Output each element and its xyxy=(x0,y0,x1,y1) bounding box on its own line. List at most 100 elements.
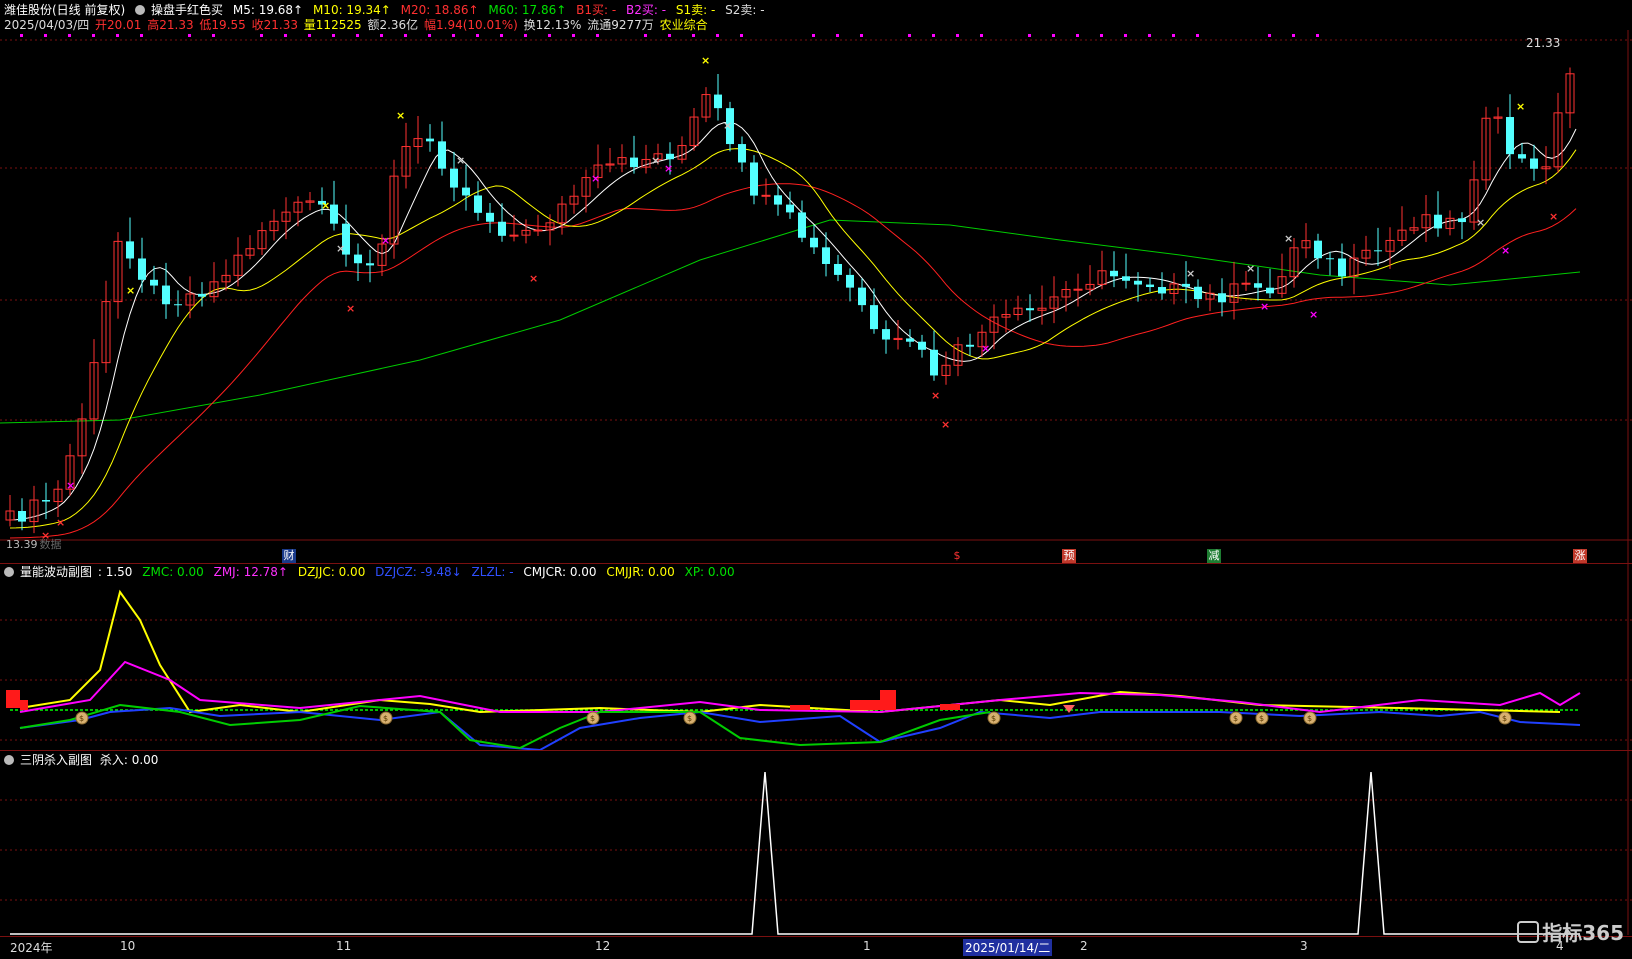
candle-body xyxy=(533,229,543,232)
candle-body xyxy=(450,168,458,188)
top-dot-marker xyxy=(908,34,911,37)
top-dot-marker xyxy=(860,34,863,37)
panel-toggle-icon[interactable] xyxy=(4,567,14,577)
candle-body xyxy=(42,500,50,502)
candle-body xyxy=(1026,308,1034,311)
signal-marker: × xyxy=(56,516,65,529)
signal-marker: × xyxy=(346,302,355,315)
volume-wave-header: 量能波动副图 : 1.50 ZMC: 0.00 ZMJ: 12.78↑ DZJJ… xyxy=(4,564,741,580)
panel-divider-2[interactable] xyxy=(0,750,1632,751)
signal-marker: × xyxy=(941,418,950,431)
money-bag-icon-glyph: $ xyxy=(687,714,692,723)
price-chart[interactable]: ××××××××××××××× ××× ×××××××××× $ $ $ $ $ $ $ $ $ xyxy=(0,0,1632,958)
panel3-title[interactable]: 三阴杀入副图 xyxy=(20,753,92,767)
low-price-value: 13.39 xyxy=(6,538,38,551)
candle-body xyxy=(1146,284,1154,288)
money-bag-icon-glyph: $ xyxy=(1259,714,1264,723)
top-dot-marker xyxy=(68,34,71,37)
three-yin-panel xyxy=(10,771,1580,935)
candle-body xyxy=(1506,117,1514,155)
top-dot-marker xyxy=(836,34,839,37)
candle-body xyxy=(1374,250,1382,252)
money-bag-icon-glyph: $ xyxy=(1502,714,1507,723)
candle-body xyxy=(738,144,746,163)
candle-body xyxy=(1266,287,1274,294)
x-label-jan: 1 xyxy=(863,939,871,953)
candle-body xyxy=(966,344,974,347)
top-dot-marker xyxy=(1124,34,1127,37)
candle-body xyxy=(1241,282,1251,285)
candle-body xyxy=(150,279,158,286)
top-dot-marker xyxy=(1028,34,1031,37)
candle-body xyxy=(18,511,26,522)
high-price-label: 21.33 xyxy=(1526,36,1561,50)
event-tag-reduce[interactable]: 减 xyxy=(1207,549,1221,563)
cursor-date-label[interactable]: 2025/01/14/二 xyxy=(963,939,1053,956)
top-dot-marker xyxy=(1268,34,1271,37)
dzjcz-line xyxy=(19,706,1581,752)
ma5-line xyxy=(9,121,1577,521)
signal-marker: × xyxy=(664,162,673,175)
top-dot-marker xyxy=(404,34,407,37)
money-bag-icon-glyph: $ xyxy=(79,714,84,723)
top-dot-marker xyxy=(716,34,719,37)
event-tag-forecast[interactable]: 预 xyxy=(1062,549,1076,563)
three-yin-header: 三阴杀入副图 杀入: 0.00 xyxy=(4,752,164,768)
signal-marker: × xyxy=(723,119,732,132)
top-dot-marker xyxy=(1148,34,1151,37)
candle-body xyxy=(906,338,914,342)
candle-body xyxy=(714,94,722,109)
cmjjr-value: CMJJR: 0.00 xyxy=(606,565,675,579)
volume-block xyxy=(850,700,880,710)
top-dot-marker xyxy=(932,34,935,37)
candle-body xyxy=(366,263,374,266)
candle-body xyxy=(1518,154,1526,159)
top-dot-marker xyxy=(428,34,431,37)
low-price-label: 13.39 数据 xyxy=(6,536,62,552)
top-dot-marker xyxy=(572,34,575,37)
candle-body xyxy=(1254,283,1262,288)
top-dot-marker xyxy=(1196,34,1199,37)
candle-body xyxy=(1218,293,1226,303)
candle-body xyxy=(1458,218,1466,223)
candle-body xyxy=(162,285,170,305)
top-dot-marker xyxy=(332,34,335,37)
event-tag-limit-up[interactable]: 涨 xyxy=(1573,549,1587,563)
top-dot-marker xyxy=(740,34,743,37)
signal-marker: × xyxy=(1260,300,1269,313)
candle-body xyxy=(474,195,482,213)
top-dot-marker xyxy=(308,34,311,37)
top-dot-marker xyxy=(476,34,479,37)
top-dot-marker xyxy=(980,34,983,37)
candle-body xyxy=(1326,258,1334,260)
volume-wave-panel: $ $ $ $ $ $ $ $ $ xyxy=(6,589,1581,752)
candle-body xyxy=(1530,158,1538,169)
candle-body xyxy=(846,274,854,288)
signal-marker: × xyxy=(321,199,330,212)
signal-marker: × xyxy=(1516,100,1525,113)
signal-marker: × xyxy=(701,54,710,67)
candle-body xyxy=(462,187,470,196)
candle-body xyxy=(1314,240,1322,259)
candle-body xyxy=(486,212,494,222)
x-label-mar: 3 xyxy=(1300,939,1308,953)
signal-marker: × xyxy=(591,172,600,185)
candle-body xyxy=(126,241,134,259)
top-dot-marker xyxy=(1292,34,1295,37)
signal-marker: × xyxy=(1309,308,1318,321)
event-tag-dividend[interactable]: $ xyxy=(950,549,964,563)
signal-marker: × xyxy=(126,284,135,297)
candle-body xyxy=(630,157,638,168)
ma60-line xyxy=(0,219,1581,424)
signal-marker: × xyxy=(66,479,75,492)
panel3-toggle-icon[interactable] xyxy=(4,755,14,765)
money-bag-icon-glyph: $ xyxy=(1307,714,1312,723)
top-dot-marker xyxy=(548,34,551,37)
logo-zhibiao365: 指标365 xyxy=(1517,917,1624,946)
candle-body xyxy=(810,237,818,248)
panel2-title[interactable]: 量能波动副图 xyxy=(20,565,92,579)
candle-body xyxy=(870,305,878,330)
event-tag-finance[interactable]: 财 xyxy=(282,549,296,563)
candle-body xyxy=(666,153,674,160)
top-dot-marker xyxy=(260,34,263,37)
